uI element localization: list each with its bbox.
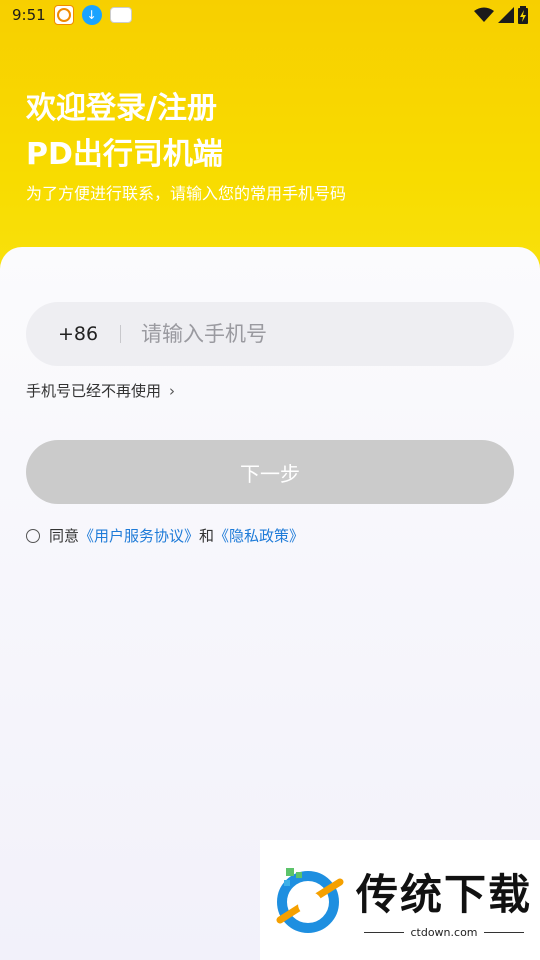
download-notification-icon: ↓: [81, 5, 102, 25]
battery-icon: [518, 6, 528, 24]
phone-no-longer-used-label: 手机号已经不再使用: [26, 382, 162, 400]
ctdown-logo-icon: [276, 868, 344, 933]
agree-prefix: 同意: [49, 527, 80, 545]
status-indicators: [474, 6, 528, 24]
signal-icon: [498, 7, 514, 23]
watermark-url: ctdown.com: [410, 926, 478, 939]
watermark-text: 传统下载 ctdown.com: [356, 861, 532, 939]
country-code[interactable]: +86: [58, 323, 110, 345]
agree-and: 和: [199, 527, 215, 545]
watermark: 传统下载 ctdown.com: [260, 840, 540, 960]
welcome-title-line2: PD出行司机端: [26, 137, 223, 172]
status-bar: 9:51 ↓: [0, 0, 540, 30]
phone-input[interactable]: [141, 322, 461, 346]
app-notification-icon: [53, 5, 74, 25]
agree-radio[interactable]: [26, 528, 40, 543]
wifi-icon: [474, 7, 494, 22]
welcome-title: 欢迎登录/注册 PD出行司机端: [26, 86, 223, 178]
agreement-row: 同意 《用户服务协议》 和 《隐私政策》: [26, 525, 304, 546]
watermark-url-row: ctdown.com: [364, 926, 524, 939]
user-agreement-link[interactable]: 《用户服务协议》: [79, 525, 199, 546]
phone-field-container[interactable]: +86: [26, 302, 514, 366]
chevron-right-icon: ›: [169, 381, 176, 400]
privacy-policy-link[interactable]: 《隐私政策》: [214, 525, 304, 546]
watermark-brand: 传统下载: [356, 870, 533, 919]
watermark-line-left: [364, 932, 405, 933]
status-time: 9:51: [12, 6, 46, 24]
next-step-button[interactable]: 下一步: [26, 440, 514, 504]
welcome-subtitle: 为了方便进行联系，请输入您的常用手机号码: [26, 184, 347, 203]
app-notification-icon-2: [109, 7, 132, 23]
phone-no-longer-used-link[interactable]: 手机号已经不再使用 ›: [26, 380, 175, 401]
watermark-line-right: [483, 932, 524, 933]
welcome-title-line1: 欢迎登录/注册: [26, 91, 217, 126]
field-divider: [120, 325, 121, 343]
